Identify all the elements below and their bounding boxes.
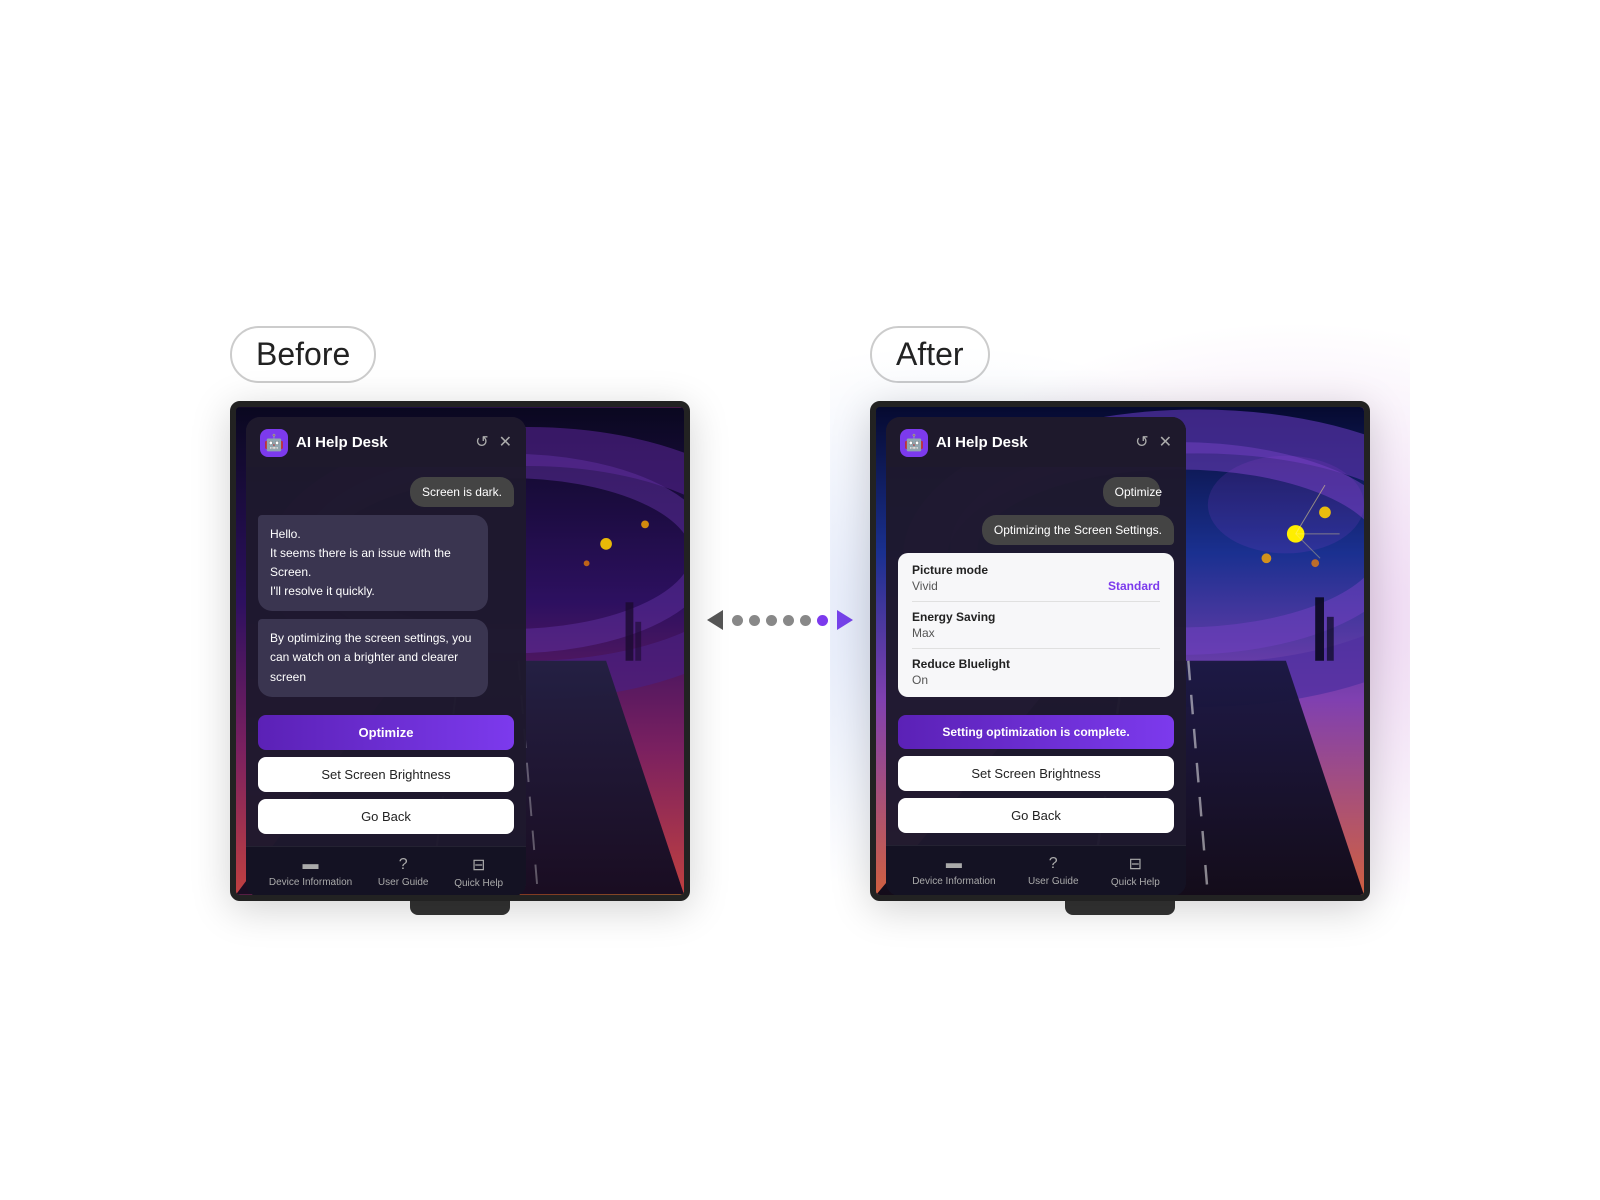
before-close-btn[interactable]: ✕ bbox=[499, 435, 512, 451]
after-settings-card: Picture mode Vivid Standard Energy Savin… bbox=[898, 553, 1174, 697]
before-go-back-btn[interactable]: Go Back bbox=[258, 799, 514, 834]
after-chat-body: Optimize Optimizing the Screen Settings.… bbox=[886, 467, 1186, 707]
after-bluelight-row: Reduce Bluelight On bbox=[912, 657, 1160, 687]
before-tv-frame: 🤖 AI Help Desk ↺ ✕ Screen is dark. Hello… bbox=[230, 401, 690, 901]
after-set-brightness-btn[interactable]: Set Screen Brightness bbox=[898, 756, 1174, 791]
after-refresh-btn[interactable]: ↺ bbox=[1135, 435, 1148, 451]
after-picture-mode-from: Vivid bbox=[912, 579, 938, 593]
main-container: Before bbox=[0, 326, 1600, 915]
dots-arrow bbox=[707, 610, 853, 630]
after-guide-icon: ? bbox=[1049, 855, 1058, 873]
after-device-label: Device Information bbox=[912, 876, 995, 887]
after-helpdesk-title: AI Help Desk bbox=[936, 434, 1028, 451]
before-title-row: 🤖 AI Help Desk bbox=[260, 429, 388, 457]
before-header-actions: ↺ ✕ bbox=[475, 435, 512, 451]
before-footer: ▬ Device Information ? User Guide ⊟ Quic… bbox=[246, 846, 526, 897]
before-helpdesk-title: AI Help Desk bbox=[296, 434, 388, 451]
after-divider-1 bbox=[912, 601, 1160, 602]
before-action-buttons: Optimize Set Screen Brightness Go Back bbox=[246, 707, 526, 846]
after-bot-icon: 🤖 bbox=[900, 429, 928, 457]
after-action-buttons: Setting optimization is complete. Set Sc… bbox=[886, 707, 1186, 845]
before-bot-icon: 🤖 bbox=[260, 429, 288, 457]
after-bluelight-value: On bbox=[912, 673, 1160, 687]
before-footer-device[interactable]: ▬ Device Information bbox=[269, 856, 352, 888]
before-refresh-btn[interactable]: ↺ bbox=[475, 435, 488, 451]
before-quick-icon: ⊟ bbox=[472, 855, 485, 875]
after-picture-mode-label: Picture mode bbox=[912, 563, 1160, 577]
after-energy-value: Max bbox=[912, 626, 1160, 640]
before-helpdesk-panel: 🤖 AI Help Desk ↺ ✕ Screen is dark. Hello… bbox=[246, 417, 526, 897]
after-footer-guide[interactable]: ? User Guide bbox=[1028, 855, 1079, 887]
after-picture-mode-to: Standard bbox=[1108, 579, 1160, 593]
before-device-icon: ▬ bbox=[303, 856, 319, 874]
after-footer-quick[interactable]: ⊟ Quick Help bbox=[1111, 854, 1160, 888]
before-footer-quick[interactable]: ⊟ Quick Help bbox=[454, 855, 503, 889]
dot-1 bbox=[732, 615, 743, 626]
after-header-actions: ↺ ✕ bbox=[1135, 435, 1172, 451]
after-bluelight-label: Reduce Bluelight bbox=[912, 657, 1160, 671]
dot-2 bbox=[749, 615, 760, 626]
before-quick-label: Quick Help bbox=[454, 878, 503, 889]
before-tv-stand bbox=[410, 901, 510, 915]
after-quick-label: Quick Help bbox=[1111, 877, 1160, 888]
after-energy-label: Energy Saving bbox=[912, 610, 1160, 624]
before-panel: Before bbox=[230, 326, 690, 915]
after-header: 🤖 AI Help Desk ↺ ✕ bbox=[886, 417, 1186, 467]
after-tv-frame: 🤖 AI Help Desk ↺ ✕ Optimize bbox=[870, 401, 1370, 901]
after-complete-btn[interactable]: Setting optimization is complete. bbox=[898, 715, 1174, 749]
after-divider-2 bbox=[912, 648, 1160, 649]
before-device-label: Device Information bbox=[269, 877, 352, 888]
before-bot-message2: By optimizing the screen settings, you c… bbox=[258, 619, 488, 697]
arrow-right bbox=[837, 610, 853, 630]
arrow-separator bbox=[690, 610, 870, 630]
after-label: After bbox=[870, 326, 990, 383]
before-optimize-btn[interactable]: Optimize bbox=[258, 715, 514, 750]
after-guide-label: User Guide bbox=[1028, 876, 1079, 887]
after-title-row: 🤖 AI Help Desk bbox=[900, 429, 1028, 457]
before-footer-guide[interactable]: ? User Guide bbox=[378, 856, 429, 888]
before-bot-message1: Hello. It seems there is an issue with t… bbox=[258, 515, 488, 612]
after-helpdesk-panel: 🤖 AI Help Desk ↺ ✕ Optimize bbox=[886, 417, 1186, 896]
after-energy-row: Energy Saving Max bbox=[912, 610, 1160, 640]
dot-6-purple bbox=[817, 615, 828, 626]
after-go-back-btn[interactable]: Go Back bbox=[898, 798, 1174, 833]
before-label: Before bbox=[230, 326, 376, 383]
before-guide-label: User Guide bbox=[378, 877, 429, 888]
after-picture-mode-values: Vivid Standard bbox=[912, 579, 1160, 593]
after-footer: ▬ Device Information ? User Guide ⊟ Quic… bbox=[886, 845, 1186, 896]
after-quick-icon: ⊟ bbox=[1129, 854, 1142, 874]
before-chat-body: Screen is dark. Hello. It seems there is… bbox=[246, 467, 526, 707]
after-optimize-user-bubble: Optimize bbox=[1103, 477, 1160, 507]
before-set-brightness-btn[interactable]: Set Screen Brightness bbox=[258, 757, 514, 792]
before-header: 🤖 AI Help Desk ↺ ✕ bbox=[246, 417, 526, 467]
before-user-message: Screen is dark. bbox=[410, 477, 514, 507]
dot-3 bbox=[766, 615, 777, 626]
before-guide-icon: ? bbox=[399, 856, 408, 874]
after-close-btn[interactable]: ✕ bbox=[1159, 435, 1172, 451]
dot-4 bbox=[783, 615, 794, 626]
after-footer-device[interactable]: ▬ Device Information bbox=[912, 855, 995, 887]
arrow-left bbox=[707, 610, 723, 630]
dot-5 bbox=[800, 615, 811, 626]
after-device-icon: ▬ bbox=[946, 855, 962, 873]
after-panel: After bbox=[870, 326, 1370, 915]
after-status-msg: Optimizing the Screen Settings. bbox=[982, 515, 1174, 545]
after-tv-stand bbox=[1065, 901, 1175, 915]
after-picture-mode-row: Picture mode Vivid Standard bbox=[912, 563, 1160, 593]
